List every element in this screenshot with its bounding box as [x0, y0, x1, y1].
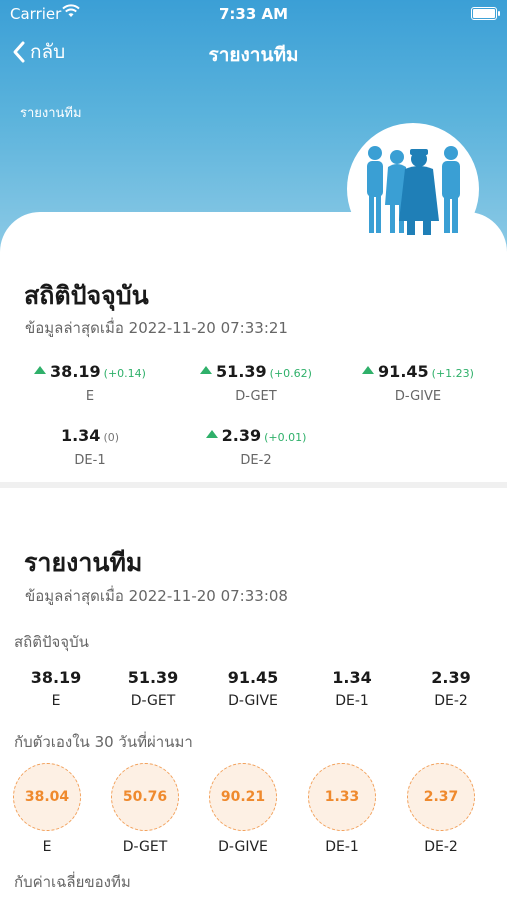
- arrow-up-icon: [362, 366, 375, 374]
- stat-delta: (+1.23): [431, 367, 474, 380]
- stat-d-get[interactable]: 51.39 (+0.62) D-GET: [176, 362, 336, 404]
- stat-value: 1.34: [60, 426, 101, 445]
- current-d-get: 51.39 D-GET: [108, 668, 198, 709]
- self-value: 2.37: [407, 763, 475, 831]
- current-value: 38.19: [30, 668, 82, 687]
- section-divider: [0, 482, 507, 488]
- current-d-give: 91.45 D-GIVE: [208, 668, 298, 709]
- current-de-2: 2.39 DE-2: [406, 668, 496, 709]
- current-value: 1.34: [332, 668, 372, 687]
- stat-label: DE-2: [240, 453, 272, 468]
- self-heading: กับตัวเองใน 30 วันที่ผ่านมา: [14, 733, 193, 751]
- stat-delta: (0): [103, 431, 120, 444]
- current-heading: สถิติปัจจุบัน: [14, 633, 89, 651]
- current-label: DE-1: [335, 693, 369, 709]
- current-label: D-GET: [130, 693, 176, 709]
- team-people-illustration: [347, 123, 479, 255]
- self-d-get[interactable]: 50.76 D-GET: [100, 763, 190, 855]
- self-label: D-GET: [122, 839, 168, 855]
- stat-label: D-GIVE: [394, 389, 442, 404]
- clock: 7:33 AM: [218, 5, 289, 23]
- self-value: 90.21: [209, 763, 277, 831]
- stat-de-2[interactable]: 2.39 (+0.01) DE-2: [176, 426, 336, 468]
- page-title: รายงานทีม: [208, 44, 299, 66]
- stat-value: 38.19: [50, 362, 101, 381]
- team-report-title: รายงานทีม: [24, 548, 143, 577]
- stat-d-give[interactable]: 91.45 (+1.23) D-GIVE: [338, 362, 498, 404]
- current-label: E: [51, 693, 61, 709]
- status-bar: Carrier 7:33 AM: [0, 0, 507, 28]
- current-value: 2.39: [431, 668, 471, 687]
- stat-delta: (+0.14): [103, 367, 146, 380]
- current-label: D-GIVE: [228, 693, 278, 709]
- stat-value: 91.45: [378, 362, 429, 381]
- team-report-updated: ข้อมูลล่าสุดเมื่อ 2022-11-20 07:33:08: [25, 587, 288, 605]
- stat-label: E: [85, 389, 95, 404]
- self-value: 38.04: [13, 763, 81, 831]
- current-stats-title: สถิติปัจจุบัน: [24, 281, 149, 310]
- self-d-give[interactable]: 90.21 D-GIVE: [198, 763, 288, 855]
- arrow-up-icon: [34, 366, 47, 374]
- self-label: E: [42, 839, 52, 855]
- navigation-bar: กลับ รายงานทีม: [0, 34, 507, 70]
- team-avg-heading: กับค่าเฉลี่ยของทีม: [14, 873, 131, 891]
- current-value: 91.45: [227, 668, 279, 687]
- self-de-2[interactable]: 2.37 DE-2: [396, 763, 486, 855]
- stat-delta: (+0.62): [269, 367, 312, 380]
- current-label: DE-2: [434, 693, 468, 709]
- stat-delta: (+0.01): [264, 431, 307, 444]
- stat-value: 51.39: [216, 362, 267, 381]
- battery-icon: [471, 7, 500, 20]
- stat-label: DE-1: [74, 453, 106, 468]
- arrow-up-icon: [200, 366, 213, 374]
- self-label: D-GIVE: [218, 839, 268, 855]
- self-label: DE-1: [325, 839, 359, 855]
- self-value: 1.33: [308, 763, 376, 831]
- self-label: DE-2: [424, 839, 458, 855]
- current-e: 38.19 E: [11, 668, 101, 709]
- self-value: 50.76: [111, 763, 179, 831]
- current-value: 51.39: [127, 668, 179, 687]
- stat-de-1[interactable]: 1.34 (0) DE-1: [10, 426, 170, 468]
- self-e[interactable]: 38.04 E: [2, 763, 92, 855]
- current-de-1: 1.34 DE-1: [307, 668, 397, 709]
- stat-label: D-GET: [235, 389, 277, 404]
- hero-label: รายงานทีม: [20, 106, 82, 121]
- current-stats-updated: ข้อมูลล่าสุดเมื่อ 2022-11-20 07:33:21: [25, 319, 288, 337]
- stat-e[interactable]: 38.19 (+0.14) E: [10, 362, 170, 404]
- arrow-up-icon: [205, 430, 218, 438]
- stat-value: 2.39: [221, 426, 262, 445]
- self-de-1[interactable]: 1.33 DE-1: [297, 763, 387, 855]
